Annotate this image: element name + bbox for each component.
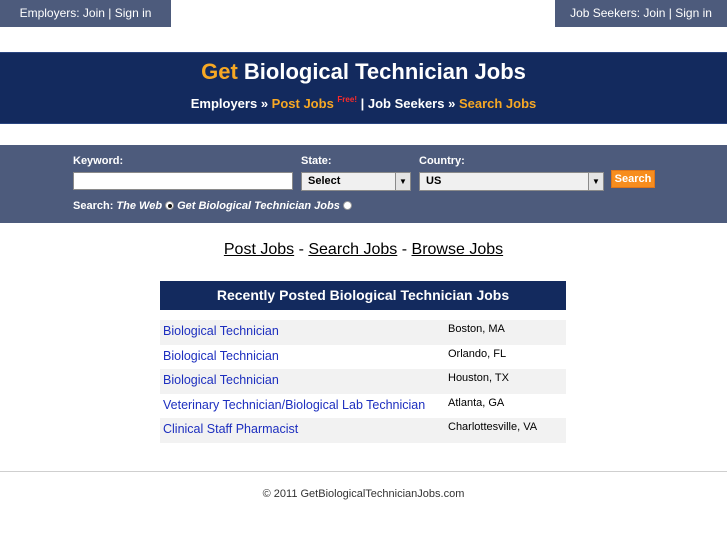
search-scope: Search: The Web Get Biological Technician…: [73, 200, 355, 212]
employers-join-signin-link[interactable]: Employers: Join | Sign in: [0, 0, 171, 27]
recent-jobs-heading: Recently Posted Biological Technician Jo…: [160, 281, 566, 310]
main-links: Post Jobs - Search Jobs - Browse Jobs: [0, 241, 727, 259]
separator: |: [356, 96, 368, 111]
table-row: Veterinary Technician/Biological Lab Tec…: [160, 394, 566, 419]
header-nav: Employers » Post Jobs Free! | Job Seeker…: [0, 95, 727, 111]
separator: »: [444, 96, 459, 111]
separator: »: [257, 96, 272, 111]
footer-divider: [0, 471, 727, 472]
jobseekers-label: Job Seekers: [367, 96, 445, 111]
jobseekers-join-signin-link[interactable]: Job Seekers: Join | Sign in: [555, 0, 727, 27]
job-title-link[interactable]: Clinical Staff Pharmacist: [163, 422, 298, 436]
free-badge: Free!: [337, 95, 357, 104]
header-post-jobs-link[interactable]: Post Jobs: [272, 96, 334, 111]
employers-label: Employers: [190, 96, 258, 111]
radio-site[interactable]: [342, 201, 352, 210]
search-scope-label: Search:: [73, 200, 114, 212]
separator: -: [294, 241, 309, 258]
job-title-link[interactable]: Biological Technician: [163, 373, 279, 387]
job-title-link[interactable]: Biological Technician: [163, 349, 279, 363]
browse-jobs-link[interactable]: Browse Jobs: [412, 241, 504, 258]
table-row: Clinical Staff Pharmacist Charlottesvill…: [160, 418, 566, 443]
table-row: Biological Technician Houston, TX: [160, 369, 566, 394]
state-select[interactable]: Select ▼: [301, 172, 411, 191]
country-select[interactable]: US ▼: [419, 172, 604, 191]
search-button[interactable]: Search: [611, 170, 655, 188]
top-bar: Employers: Join | Sign in Job Seekers: J…: [0, 0, 727, 27]
radio-web[interactable]: [165, 201, 175, 210]
post-jobs-link[interactable]: Post Jobs: [224, 241, 294, 258]
separator: -: [397, 241, 412, 258]
table-row: Biological Technician Boston, MA: [160, 320, 566, 345]
job-location: Charlottesville, VA: [448, 421, 538, 433]
search-panel: Keyword: State: Country: Select ▼ US ▼ S…: [0, 145, 727, 223]
option-web-label: The Web: [116, 200, 163, 212]
job-location: Boston, MA: [448, 323, 505, 335]
chevron-down-icon: ▼: [395, 173, 410, 190]
chevron-down-icon: ▼: [588, 173, 603, 190]
state-selected-value: Select: [308, 175, 341, 187]
header-search-jobs-link[interactable]: Search Jobs: [459, 96, 536, 111]
table-row: Biological Technician Orlando, FL: [160, 345, 566, 370]
country-selected-value: US: [426, 175, 442, 187]
site-title[interactable]: Get Biological Technician Jobs: [0, 59, 727, 85]
job-location: Atlanta, GA: [448, 396, 505, 409]
job-location: Houston, TX: [448, 372, 509, 384]
country-label: Country:: [419, 155, 465, 167]
title-rest: Biological Technician Jobs: [237, 59, 526, 84]
keyword-label: Keyword:: [73, 155, 124, 167]
search-jobs-link[interactable]: Search Jobs: [308, 241, 397, 258]
job-title-link[interactable]: Veterinary Technician/Biological Lab Tec…: [163, 398, 425, 412]
option-site-label: Get Biological Technician Jobs: [177, 200, 340, 212]
keyword-input[interactable]: [73, 172, 293, 190]
job-title-link[interactable]: Biological Technician: [163, 324, 279, 338]
job-location: Orlando, FL: [448, 347, 507, 360]
site-header: Get Biological Technician Jobs Employers…: [0, 52, 727, 124]
footer-copyright: © 2011 GetBiologicalTechnicianJobs.com: [262, 488, 465, 500]
recent-jobs-table: Biological Technician Boston, MA Biologi…: [160, 320, 566, 443]
title-get: Get: [201, 59, 238, 84]
state-label: State:: [301, 155, 332, 167]
